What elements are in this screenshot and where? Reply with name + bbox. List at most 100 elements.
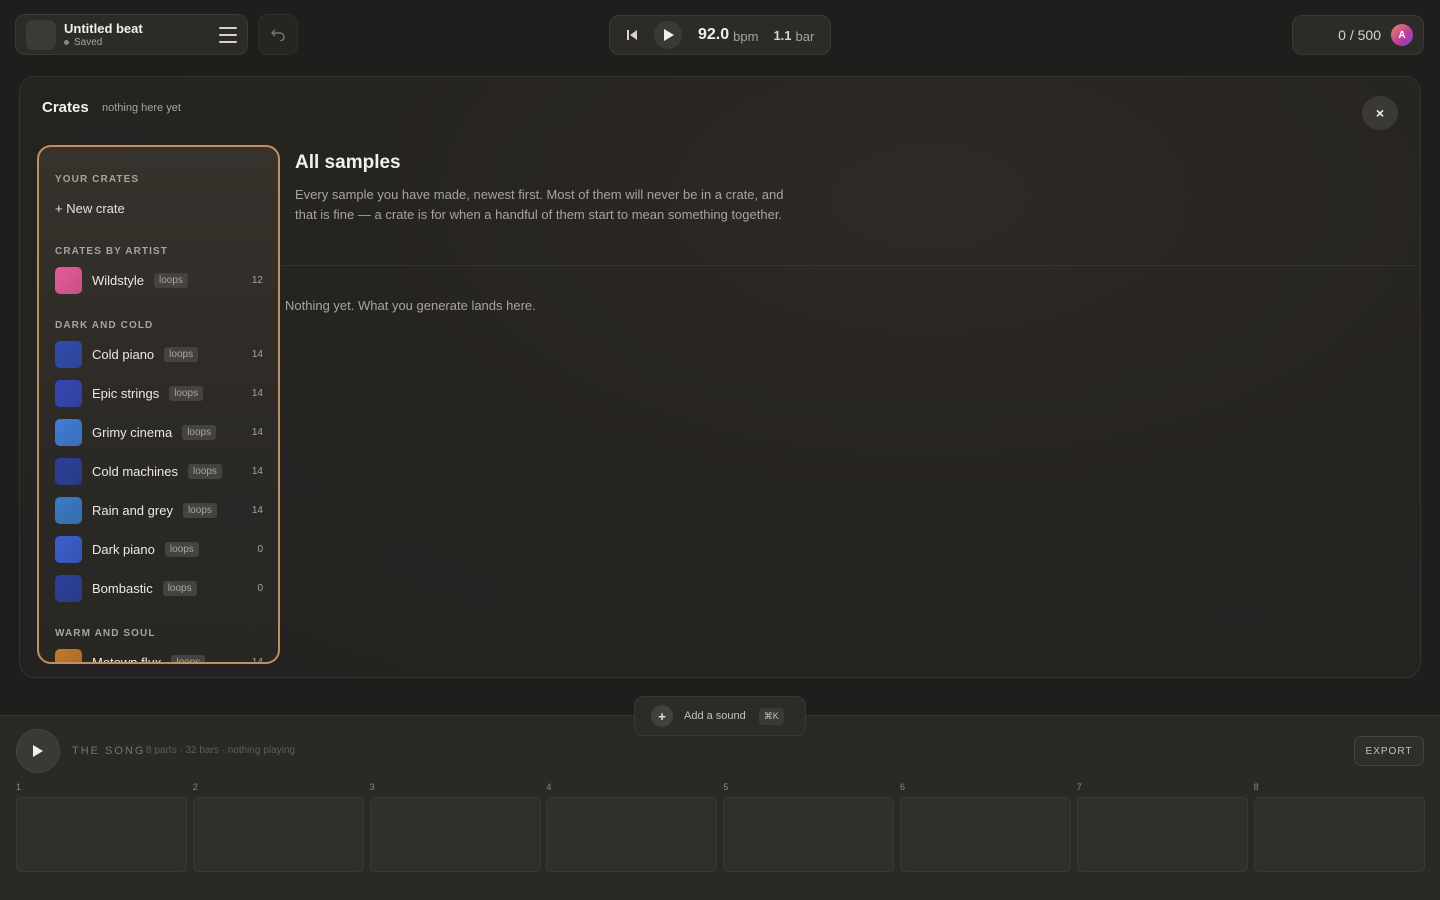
crate-cover-icon xyxy=(55,266,82,294)
part-number: 4 xyxy=(546,782,552,792)
crates-panel: Crates nothing here yet × YOUR CRATES + … xyxy=(19,76,1421,678)
close-icon: × xyxy=(1375,105,1385,121)
crate-tag: loops xyxy=(162,580,197,596)
crate-cover-icon xyxy=(55,379,82,407)
divider xyxy=(282,265,1414,266)
beat-thumbnail xyxy=(26,19,56,50)
section-label: CRATES BY ARTIST xyxy=(55,246,168,257)
skip-back-icon[interactable] xyxy=(626,28,640,42)
crate-name: Wildstyle xyxy=(92,272,145,288)
crate-tag: loops xyxy=(164,346,199,362)
close-button[interactable]: × xyxy=(1362,96,1398,130)
crate-item[interactable]: Cold machines loops 14 xyxy=(55,457,263,485)
play-icon xyxy=(33,745,43,757)
crate-item[interactable]: Bombastic loops 0 xyxy=(55,574,263,602)
crate-tag: loops xyxy=(164,541,199,557)
empty-state-message: Nothing yet. What you generate lands her… xyxy=(285,298,536,313)
part-slot[interactable] xyxy=(192,797,364,872)
crate-item[interactable]: Grimy cinema loops 14 xyxy=(55,418,263,446)
crate-count: 12 xyxy=(251,274,263,286)
crate-item[interactable]: Cold piano loops 14 xyxy=(55,340,263,368)
crate-tag: loops xyxy=(154,272,188,288)
crate-count: 14 xyxy=(251,387,263,399)
part-slot[interactable] xyxy=(546,797,718,872)
crate-name: Bombastic xyxy=(92,580,153,596)
bar-unit: bar xyxy=(795,28,815,44)
crate-name: Epic strings xyxy=(92,385,160,401)
section-label: DARK AND COLD xyxy=(55,320,154,331)
part-number: 6 xyxy=(900,782,906,792)
crate-count: 0 xyxy=(257,582,263,594)
save-status: Saved xyxy=(64,37,143,48)
song-timeline: THE SONG 8 parts · 32 bars · nothing pla… xyxy=(0,715,1440,900)
beat-selector[interactable]: Untitled beat Saved xyxy=(15,14,248,55)
crate-list[interactable]: YOUR CRATES + New crate CRATES BY ARTIST… xyxy=(37,145,280,664)
bar-position: 1.1 xyxy=(773,27,792,43)
part-slot[interactable] xyxy=(1253,797,1425,872)
crate-item[interactable]: Dark piano loops 0 xyxy=(55,535,263,563)
export-button[interactable]: EXPORT xyxy=(1354,736,1424,766)
section-label-your-crates: YOUR CRATES xyxy=(55,174,140,185)
crate-count: 14 xyxy=(251,504,263,516)
undo-icon xyxy=(271,28,285,41)
panel-title: Crates xyxy=(42,99,89,116)
crate-item[interactable]: Wildstyle loops 12 xyxy=(55,266,263,294)
part-slot[interactable] xyxy=(900,797,1071,872)
shortcut-badge: ⌘K xyxy=(758,707,784,725)
crate-count: 14 xyxy=(251,656,263,663)
part-slot[interactable] xyxy=(369,797,541,872)
beat-info: Untitled beat Saved xyxy=(64,21,143,48)
part-slot[interactable] xyxy=(723,797,895,872)
song-play-button[interactable] xyxy=(16,729,60,773)
add-sound-button[interactable]: + Add a sound ⌘K xyxy=(634,696,806,736)
crate-cover-icon xyxy=(55,340,82,368)
plus-icon: + xyxy=(651,705,673,727)
crate-item[interactable]: Motown flux loops 14 xyxy=(55,648,263,662)
part-number: 5 xyxy=(723,782,729,792)
undo-button[interactable] xyxy=(258,14,298,55)
avatar[interactable]: A xyxy=(1391,24,1413,46)
crate-count: 14 xyxy=(251,348,263,360)
all-samples-description: Every sample you have made, newest first… xyxy=(295,187,784,222)
section-label: WARM AND SOUL xyxy=(55,628,156,639)
top-bar: Untitled beat Saved 92.0 bpm 1.1 bar 0 /… xyxy=(0,0,1440,70)
crate-name: Rain and grey xyxy=(92,502,173,518)
part-number: 8 xyxy=(1253,782,1259,792)
beat-title: Untitled beat xyxy=(64,21,143,36)
crate-cover-icon xyxy=(55,574,82,602)
hamburger-icon[interactable] xyxy=(219,27,237,43)
credits-count: 0 / 500 xyxy=(1338,27,1381,43)
crate-name: Cold machines xyxy=(92,463,178,479)
crate-tag: loops xyxy=(182,502,217,518)
add-sound-label: Add a sound xyxy=(684,710,746,722)
part-number: 3 xyxy=(369,782,375,792)
credits-indicator[interactable]: 0 / 500 A xyxy=(1292,15,1424,55)
part-number: 1 xyxy=(16,782,22,792)
crate-item[interactable]: Epic strings loops 14 xyxy=(55,379,263,407)
crate-tag: loops xyxy=(169,385,204,401)
part-number: 7 xyxy=(1076,782,1082,792)
crate-cover-icon xyxy=(55,648,82,662)
bpm-unit: bpm xyxy=(733,28,759,44)
song-meta: 8 parts · 32 bars · nothing playing xyxy=(146,745,295,756)
panel-subtitle: nothing here yet xyxy=(102,102,181,114)
bpm-value[interactable]: 92.0 xyxy=(698,26,729,44)
save-status-text: Saved xyxy=(74,37,103,48)
crate-cover-icon xyxy=(55,496,82,524)
new-crate-button[interactable]: + New crate xyxy=(55,201,125,216)
song-title: THE SONG xyxy=(72,745,146,757)
crate-tag: loops xyxy=(188,463,222,479)
crate-item[interactable]: Rain and grey loops 14 xyxy=(55,496,263,524)
part-slot[interactable] xyxy=(16,797,187,872)
play-icon xyxy=(663,29,674,41)
transport-controls: 92.0 bpm 1.1 bar xyxy=(609,15,831,55)
crate-count: 14 xyxy=(251,465,263,477)
crate-cover-icon xyxy=(55,535,82,563)
part-slot[interactable] xyxy=(1076,797,1248,872)
crate-list-scroll[interactable]: YOUR CRATES + New crate CRATES BY ARTIST… xyxy=(39,147,278,662)
crate-cover-icon xyxy=(55,418,82,446)
crate-tag: loops xyxy=(182,424,217,440)
all-samples-title: All samples xyxy=(295,152,401,173)
part-number: 2 xyxy=(192,782,198,792)
play-button[interactable] xyxy=(654,21,682,49)
